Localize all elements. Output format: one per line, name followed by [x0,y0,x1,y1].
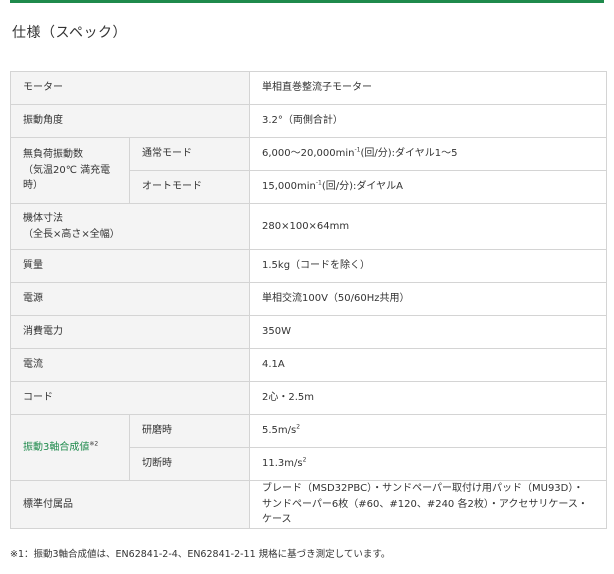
spec-label-tri-axis: 振動3軸合成値※2 [10,414,130,481]
spec-label-angle: 振動角度 [10,104,250,138]
spec-label-dimensions: 機体寸法 （全長×高さ×全幅） [10,203,250,250]
auto-mode-rate: 15,000min [262,181,316,193]
spec-row-angle: 振動角度 3.2°（両側合計） [10,104,607,138]
footnote: ※1：振動3軸合成値は、EN62841-2-4、EN62841-2-11 規格に… [10,549,391,560]
tri-axis-label-text: 振動3軸合成値 [23,441,90,453]
spec-label-motor: モーター [10,71,250,105]
spec-label-vibration-note: （気温20℃ 満充電時） [23,164,111,192]
spec-value-current: 4.1A [249,348,607,382]
spec-label-dimensions-main: 機体寸法 [23,213,63,224]
spec-label-vibration: 無負荷振動数 （気温20℃ 満充電時） [10,137,130,204]
spec-row-consumption: 消費電力 350W [10,315,607,349]
spec-sublabel-grinding: 研磨時 [129,414,250,448]
spec-label-consumption: 消費電力 [10,315,250,349]
spec-row-motor: モーター 単相直巻整流子モーター [10,71,607,105]
cutting-value-text: 11.3m/s [262,458,303,470]
grinding-value-exponent: 2 [296,423,301,431]
spec-value-accessories: ブレード（MSD32PBC）・サンドペーパー取付け用パッド（MU93D）・ サン… [249,480,607,529]
accessories-line-2: サンドペーパー6枚（#60、#120、#240 各2枚）・アクセサリケース・ケー… [262,498,588,526]
spec-value-dimensions: 280×100×64mm [249,203,607,250]
auto-mode-dial: (回/分):ダイヤルA [321,181,403,193]
spec-label-dimensions-note: （全長×高さ×全幅） [23,228,120,240]
top-accent-bar [10,0,604,3]
spec-value-grinding: 5.5m/s2 [249,414,607,448]
spec-sublabel-normal-mode: 通常モード [129,137,250,171]
spec-row-vib-normal: 無負荷振動数 （気温20℃ 満充電時） 通常モード 6,000～20,000mi… [10,137,607,204]
spec-row-accessories: 標準付属品 ブレード（MSD32PBC）・サンドペーパー取付け用パッド（MU93… [10,480,607,529]
normal-mode-rate: 6,000～20,000min [262,148,355,160]
spec-label-vibration-main: 無負荷振動数 [23,149,83,161]
spec-label-mass: 質量 [10,249,250,283]
grinding-value-text: 5.5m/s [262,425,297,437]
spec-row-mass: 質量 1.5kg（コードを除く） [10,249,607,283]
spec-value-consumption: 350W [249,315,607,349]
spec-value-normal-mode: 6,000～20,000min-1(回/分):ダイヤル1～5 [249,137,607,171]
spec-label-accessories: 標準付属品 [10,480,250,529]
spec-value-cord: 2心・2.5m [249,381,607,415]
spec-value-mass: 1.5kg（コードを除く） [249,249,607,283]
page-title: 仕様（スペック） [12,25,128,41]
normal-mode-dial: (回/分):ダイヤル1～5 [360,148,458,160]
spec-value-motor: 単相直巻整流子モーター [249,71,607,105]
spec-value-cutting: 11.3m/s2 [249,447,607,481]
spec-row-dimensions: 機体寸法 （全長×高さ×全幅） 280×100×64mm [10,203,607,250]
spec-row-power: 電源 単相交流100V（50/60Hz共用） [10,282,607,316]
cutting-value-exponent: 2 [302,456,307,464]
spec-label-current: 電流 [10,348,250,382]
spec-value-power: 単相交流100V（50/60Hz共用） [249,282,607,316]
spec-label-cord: コード [10,381,250,415]
spec-row-current: 電流 4.1A [10,348,607,382]
spec-sublabel-auto-mode: オートモード [129,170,250,204]
accessories-line-1: ブレード（MSD32PBC）・サンドペーパー取付け用パッド（MU93D）・ [262,483,584,494]
spec-value-angle: 3.2°（両側合計） [249,104,607,138]
spec-label-power: 電源 [10,282,250,316]
tri-axis-footnote-mark: ※2 [89,440,99,448]
spec-value-auto-mode: 15,000min-1(回/分):ダイヤルA [249,170,607,204]
spec-sublabel-cutting: 切断時 [129,447,250,481]
spec-table: モーター 単相直巻整流子モーター 振動角度 3.2°（両側合計） 無負荷振動数 … [10,71,607,529]
spec-row-tri-grind: 振動3軸合成値※2 研磨時 5.5m/s2 [10,414,607,481]
spec-row-cord: コード 2心・2.5m [10,381,607,415]
